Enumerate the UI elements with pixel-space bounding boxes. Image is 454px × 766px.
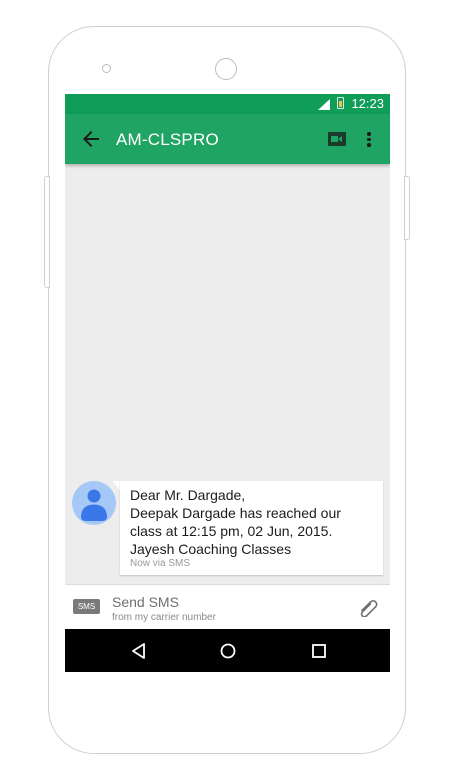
arrow-back-icon[interactable] [79,127,103,151]
status-time: 12:23 [351,96,384,111]
volume-button [44,176,50,288]
battery-icon [337,97,344,109]
conversation-title: AM-CLSPRO [116,130,219,149]
compose-bar: SMS Send SMS from my carrier number [65,584,390,630]
nav-home-icon[interactable] [217,640,239,662]
message-timestamp: Now via SMS [130,558,191,569]
nav-back-icon[interactable] [128,640,150,662]
message-line: Deepak Dargade has reached our [130,505,341,521]
status-bar: 12:23 [65,94,390,114]
front-camera [215,58,237,80]
attach-icon[interactable] [356,597,378,617]
signal-icon [318,99,330,110]
power-button [404,176,410,240]
app-toolbar: AM-CLSPRO [65,114,390,164]
screen: 12:23 AM-CLSPRO Dear Mr. Dargade, Deepak… [65,94,390,672]
person-icon [81,489,107,521]
message-input[interactable]: Send SMS [112,594,179,610]
nav-recents-icon[interactable] [308,640,330,662]
message-line: class at 12:15 pm, 02 Jun, 2015. [130,523,333,539]
message-line: Dear Mr. Dargade, [130,487,246,503]
message-bubble[interactable]: Dear Mr. Dargade, Deepak Dargade has rea… [120,481,383,575]
more-vert-icon[interactable] [359,127,379,151]
videocam-icon[interactable] [326,129,348,149]
system-nav-bar [65,629,390,672]
sensor-dot [102,64,111,73]
contact-avatar[interactable] [72,481,116,525]
carrier-note: from my carrier number [112,612,216,623]
message-line: Jayesh Coaching Classes [130,541,292,557]
sms-badge: SMS [73,599,100,614]
